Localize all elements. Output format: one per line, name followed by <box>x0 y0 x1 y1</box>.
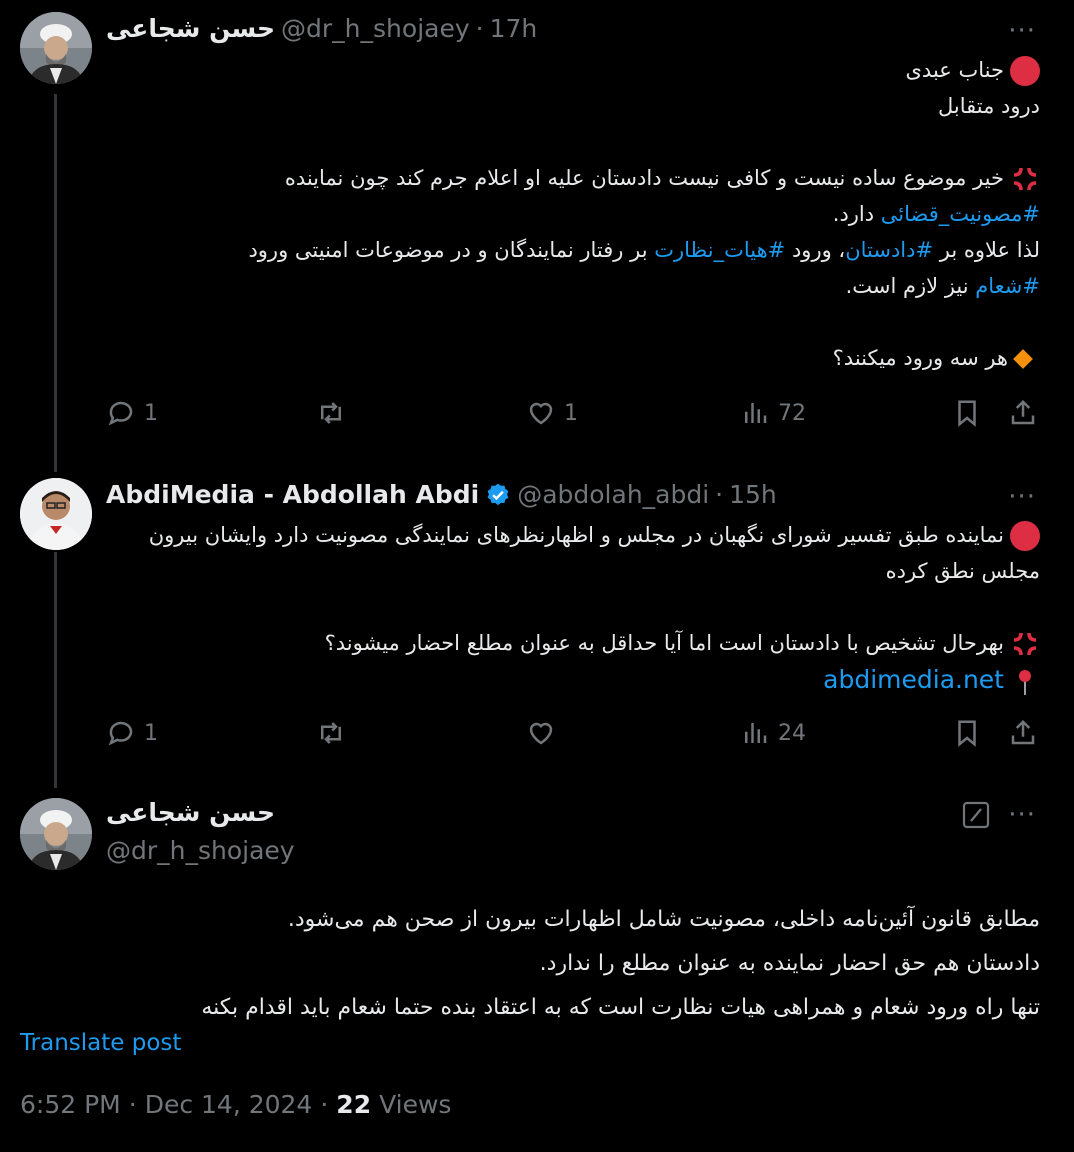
reply-icon <box>108 401 133 426</box>
tweet-header: حسن شجاعی @dr_h_shojaey · 17h <box>106 14 537 43</box>
post-time[interactable]: 6:52 PM <box>20 1090 121 1119</box>
views-count: 22 <box>336 1090 372 1119</box>
grok-icon[interactable] <box>962 801 990 829</box>
views-count: 24 <box>778 720 806 746</box>
retweet-button[interactable] <box>316 398 354 428</box>
separator: · <box>128 1090 137 1119</box>
avatar[interactable] <box>20 478 92 550</box>
reply-button[interactable]: 1 <box>106 718 158 748</box>
tweet-header: AbdiMedia - Abdollah Abdi @abdolah_abdi … <box>106 480 777 509</box>
tweet-line: #شعام نیز لازم است. <box>845 274 1040 298</box>
views-button[interactable]: 24 <box>740 718 806 748</box>
handle[interactable]: @dr_h_shojaey <box>106 836 295 865</box>
hashtag-link[interactable]: #شعام <box>975 274 1040 298</box>
bookmark-button[interactable] <box>952 718 982 748</box>
verified-badge-icon <box>487 483 509 505</box>
hashtag-link[interactable]: #مصونیت_قضائی <box>881 202 1040 226</box>
tweet-line: دادستان هم حق احضار نماینده به عنوان مطل… <box>539 951 1040 976</box>
post-date[interactable]: Dec 14, 2024 <box>145 1090 313 1119</box>
tweet-body: نماینده طبق تفسیر شورای نگهبان در مجلس و… <box>120 518 1040 698</box>
anger-icon <box>1013 632 1037 656</box>
thread-line <box>54 94 57 472</box>
display-name[interactable]: AbdiMedia - Abdollah Abdi <box>106 480 479 509</box>
display-name[interactable]: حسن شجاعی <box>106 14 275 43</box>
reply-count: 1 <box>144 720 158 746</box>
more-options-icon[interactable]: ··· <box>1008 800 1036 830</box>
reply-icon <box>108 721 133 746</box>
red-circle-icon <box>1010 56 1040 86</box>
views-count: 72 <box>778 400 806 426</box>
retweet-icon <box>321 722 341 744</box>
anger-icon <box>1013 167 1037 191</box>
translate-post-link[interactable]: Translate post <box>20 1030 181 1056</box>
reply-count: 1 <box>144 400 158 426</box>
more-options-icon[interactable]: ··· <box>1008 16 1036 46</box>
views-label: Views <box>379 1090 452 1119</box>
display-name[interactable]: حسن شجاعی <box>106 798 275 827</box>
tweet-body: مطابق قانون آئین‌نامه داخلی، مصونیت شامل… <box>120 898 1040 1030</box>
tweet-line: مطابق قانون آئین‌نامه داخلی، مصونیت شامل… <box>287 907 1040 932</box>
tweet-handle-row: @dr_h_shojaey <box>106 836 295 865</box>
tweet-actions: 1 1 72 <box>106 398 1040 438</box>
like-count: 1 <box>564 400 578 426</box>
share-button[interactable] <box>1008 718 1038 748</box>
timestamp[interactable]: 15h <box>729 480 777 509</box>
bookmark-button[interactable] <box>952 398 982 428</box>
tweet-line: تنها راه ورود شعام و همراهی هیات نظارت ا… <box>201 995 1040 1020</box>
share-icon <box>1011 399 1035 425</box>
tweet-line: #مصونیت_قضائی دارد. <box>832 202 1040 226</box>
separator: · <box>475 14 484 43</box>
views-button[interactable]: 72 <box>740 398 806 428</box>
handle[interactable]: @abdolah_abdi <box>517 480 709 509</box>
handle[interactable]: @dr_h_shojaey <box>281 14 470 43</box>
tweet-body: جناب عبدی درود متقابل خیر موضوع ساده نیس… <box>160 52 1040 376</box>
bookmark-icon <box>958 400 976 427</box>
analytics-icon <box>745 403 767 423</box>
tweet-line: نماینده طبق تفسیر شورای نگهبان در مجلس و… <box>120 518 1040 554</box>
tweet-header: حسن شجاعی <box>106 798 275 827</box>
avatar[interactable] <box>20 798 92 870</box>
tweet-line: درود متقابل <box>937 94 1040 118</box>
tweet-meta: 6:52 PM · Dec 14, 2024 · 22 Views <box>20 1090 451 1119</box>
bookmark-icon <box>958 720 976 747</box>
retweet-icon <box>321 402 341 424</box>
like-button[interactable] <box>526 718 564 748</box>
timestamp[interactable]: 17h <box>490 14 538 43</box>
separator: · <box>715 480 724 509</box>
external-link[interactable]: abdimedia.net <box>823 665 1004 694</box>
tweet-line: جناب عبدی <box>160 52 1040 88</box>
pin-icon <box>1019 670 1031 695</box>
retweet-button[interactable] <box>316 718 354 748</box>
hashtag-link[interactable]: #دادستان <box>845 238 933 262</box>
tweet-line: بهرحال تشخیص با دادستان است اما آیا حداق… <box>120 626 1040 662</box>
tweet-actions: 1 24 <box>106 718 1040 758</box>
separator: · <box>320 1090 329 1119</box>
tweet-line: خیر موضوع ساده نیست و کافی نیست دادستان … <box>160 160 1040 196</box>
hashtag-link[interactable]: #هیات_نظارت <box>654 238 785 262</box>
analytics-icon <box>745 723 767 743</box>
tweet-line: لذا علاوه بر #دادستان، ورود #هیات_نظارت … <box>248 238 1040 262</box>
heart-icon <box>529 722 553 745</box>
share-button[interactable] <box>1008 398 1038 428</box>
more-options-icon[interactable]: ··· <box>1008 482 1036 512</box>
like-button[interactable]: 1 <box>526 398 578 428</box>
tweet-line: هر سه ورود میکنند؟ <box>160 340 1040 376</box>
tweet-line: مجلس نطق کرده <box>885 559 1040 583</box>
heart-icon <box>529 402 553 425</box>
tweet-line: abdimedia.net <box>120 662 1040 698</box>
orange-diamond-icon <box>1013 349 1033 369</box>
reply-button[interactable]: 1 <box>106 398 158 428</box>
avatar[interactable] <box>20 12 92 84</box>
red-circle-icon <box>1010 521 1040 551</box>
share-icon <box>1011 719 1035 745</box>
thread-line <box>54 552 57 788</box>
